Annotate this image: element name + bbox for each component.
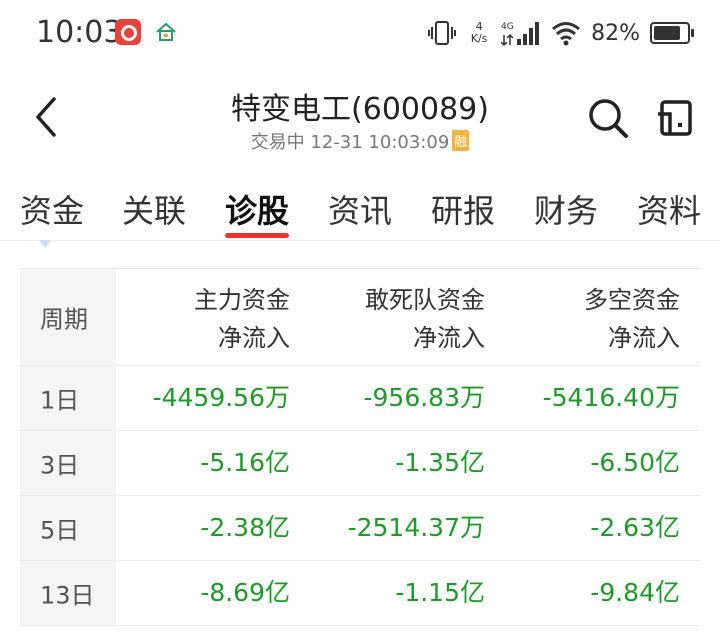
main-funds-header: 主力资金 净流入 [194, 281, 290, 357]
dare-squad-funds-value: -1.35亿 [395, 448, 485, 477]
fund-flow-table: 周期 主力资金 净流入 敢死队资金 净流入 多空资金 净流入 1日 -4459.… [20, 268, 700, 626]
period-cell: 5日 [20, 496, 116, 560]
main-funds-value: -2.38亿 [200, 513, 290, 542]
long-short-funds-value: -2.63亿 [590, 513, 680, 542]
dare-squad-funds-value: -956.83万 [363, 383, 486, 412]
long-short-funds-header: 多空资金 净流入 [584, 281, 680, 357]
table-row: 3日 -5.16亿 -1.35亿 -6.50亿 [20, 431, 700, 496]
column-header-line1: 敢死队资金 [365, 286, 485, 314]
column-header-line2: 净流入 [218, 324, 290, 352]
period-cell: 13日 [20, 561, 116, 625]
period-cell: 3日 [20, 431, 116, 495]
column-header-line1: 多空资金 [584, 286, 680, 314]
dare-squad-funds-value: -2514.37万 [347, 513, 485, 542]
net-speed: 4 K/s [470, 20, 488, 45]
wifi-icon [552, 22, 581, 46]
active-tab-indicator [225, 233, 289, 238]
tabs-divider [0, 240, 720, 241]
long-short-funds-value: -6.50亿 [590, 448, 680, 477]
share-icon[interactable] [656, 98, 694, 138]
dare-squad-funds-value: -1.15亿 [395, 578, 485, 607]
tab-research[interactable]: 研报 [431, 186, 495, 232]
tab-diagnosis[interactable]: 诊股 [225, 186, 289, 232]
search-icon[interactable] [586, 96, 630, 140]
period-label: 1日 [40, 386, 80, 415]
status-icons: 4 K/s 4G 82% [427, 18, 694, 48]
column-header-line2: 净流入 [413, 324, 485, 352]
trading-status-text: 交易中 12-31 10:03:09 [250, 132, 450, 153]
column-header-line2: 净流入 [608, 324, 680, 352]
period-header-cell: 周期 [20, 269, 116, 365]
period-label: 3日 [40, 451, 80, 480]
long-short-funds-value: -5416.40万 [542, 383, 680, 412]
table-row: 1日 -4459.56万 -956.83万 -5416.40万 [20, 366, 700, 431]
main-funds-value: -4459.56万 [152, 383, 290, 412]
period-cell: 1日 [20, 366, 116, 430]
status-time: 10:03 [36, 15, 123, 50]
battery-icon [650, 22, 694, 44]
tab-related[interactable]: 关联 [122, 186, 186, 232]
home-notification-icon [156, 22, 176, 41]
table-header-row: 周期 主力资金 净流入 敢死队资金 净流入 多空资金 净流入 [20, 268, 700, 366]
period-header: 周期 [40, 305, 88, 334]
vibrate-icon [428, 21, 457, 45]
tab-profile[interactable]: 资料 [637, 186, 701, 232]
tab-finance[interactable]: 财务 [534, 186, 598, 232]
tab-funds[interactable]: 资金 [20, 186, 84, 232]
dare-squad-funds-header: 敢死队资金 净流入 [365, 281, 485, 357]
margin-badge: 融 [452, 130, 470, 151]
period-label: 13日 [40, 581, 95, 610]
svg-text:4G: 4G [501, 22, 514, 32]
tab-bar: 资金 关联 诊股 资讯 研报 财务 资料 [0, 180, 720, 240]
main-funds-value: -5.16亿 [200, 448, 290, 477]
main-funds-value: -8.69亿 [200, 578, 290, 607]
battery-percent: 82% [591, 20, 640, 46]
period-label: 5日 [40, 516, 80, 545]
status-bar: 10:03 4 K/s 4G 82% [0, 0, 720, 70]
signal-icon: 4G [501, 22, 540, 47]
app-notification-icon [115, 19, 141, 45]
tooltip-pointer [39, 240, 51, 248]
long-short-funds-value: -9.84亿 [590, 578, 680, 607]
table-row: 5日 -2.38亿 -2514.37万 -2.63亿 [20, 496, 700, 561]
column-header-line1: 主力资金 [194, 286, 290, 314]
tab-news[interactable]: 资讯 [328, 186, 392, 232]
table-row: 13日 -8.69亿 -1.15亿 -9.84亿 [20, 561, 700, 626]
